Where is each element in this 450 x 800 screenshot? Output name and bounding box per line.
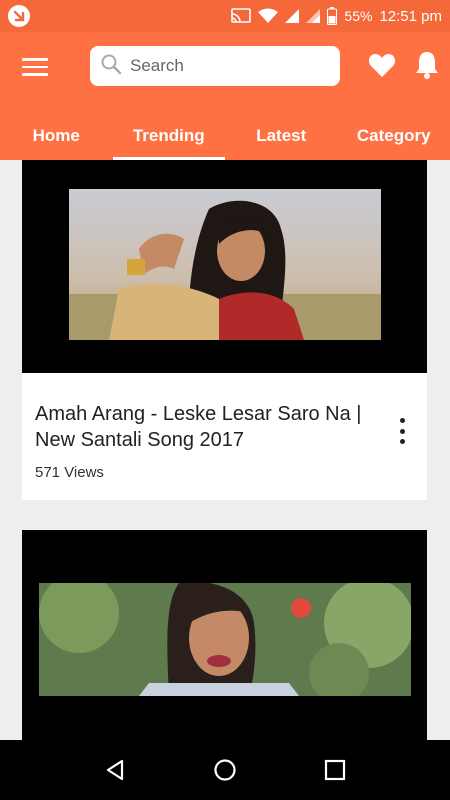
tab-trending[interactable]: Trending xyxy=(112,112,226,160)
home-button[interactable] xyxy=(211,756,239,784)
bell-icon xyxy=(416,52,438,79)
clock: 12:51 pm xyxy=(379,7,442,25)
more-options-button[interactable] xyxy=(394,418,410,444)
status-bar: 55% 12:51 pm xyxy=(0,0,450,32)
tab-home[interactable]: Home xyxy=(0,112,113,160)
more-vert-icon xyxy=(399,418,405,423)
system-nav-bar xyxy=(0,740,450,800)
favorites-button[interactable] xyxy=(368,52,396,80)
signal-icon-2 xyxy=(306,9,321,23)
thumbnail-image xyxy=(69,189,381,340)
cast-icon xyxy=(231,8,252,24)
heart-icon xyxy=(368,54,396,77)
app-bar: Home Trending Latest Category xyxy=(0,32,450,160)
video-card[interactable]: Amah Arang - Leske Lesar Saro Na | New S… xyxy=(22,160,427,500)
search-icon xyxy=(100,53,122,80)
search-input[interactable] xyxy=(130,56,320,76)
home-circle-icon xyxy=(214,759,236,781)
video-thumbnail[interactable] xyxy=(22,160,427,373)
tab-latest[interactable]: Latest xyxy=(225,112,338,160)
menu-button[interactable] xyxy=(22,54,48,80)
wifi-icon xyxy=(258,8,279,24)
tab-bar: Home Trending Latest Category xyxy=(0,112,450,160)
back-icon xyxy=(106,759,124,781)
hamburger-icon xyxy=(22,58,48,61)
battery-percent: 55% xyxy=(344,8,373,24)
search-bar[interactable] xyxy=(90,46,340,86)
video-card-2[interactable] xyxy=(22,530,427,740)
recents-button[interactable] xyxy=(321,756,349,784)
thumbnail-image-2 xyxy=(39,583,411,696)
recents-square-icon xyxy=(324,759,346,781)
notifications-button[interactable] xyxy=(414,50,440,80)
tab-category[interactable]: Category xyxy=(338,112,450,160)
app-notification-icon xyxy=(8,5,30,27)
signal-icon xyxy=(285,9,300,23)
video-title[interactable]: Amah Arang - Leske Lesar Saro Na | New S… xyxy=(35,401,365,453)
battery-icon xyxy=(327,7,338,25)
view-count: 571 Views xyxy=(35,464,104,481)
back-button[interactable] xyxy=(101,756,129,784)
video-feed: Amah Arang - Leske Lesar Saro Na | New S… xyxy=(0,160,450,740)
